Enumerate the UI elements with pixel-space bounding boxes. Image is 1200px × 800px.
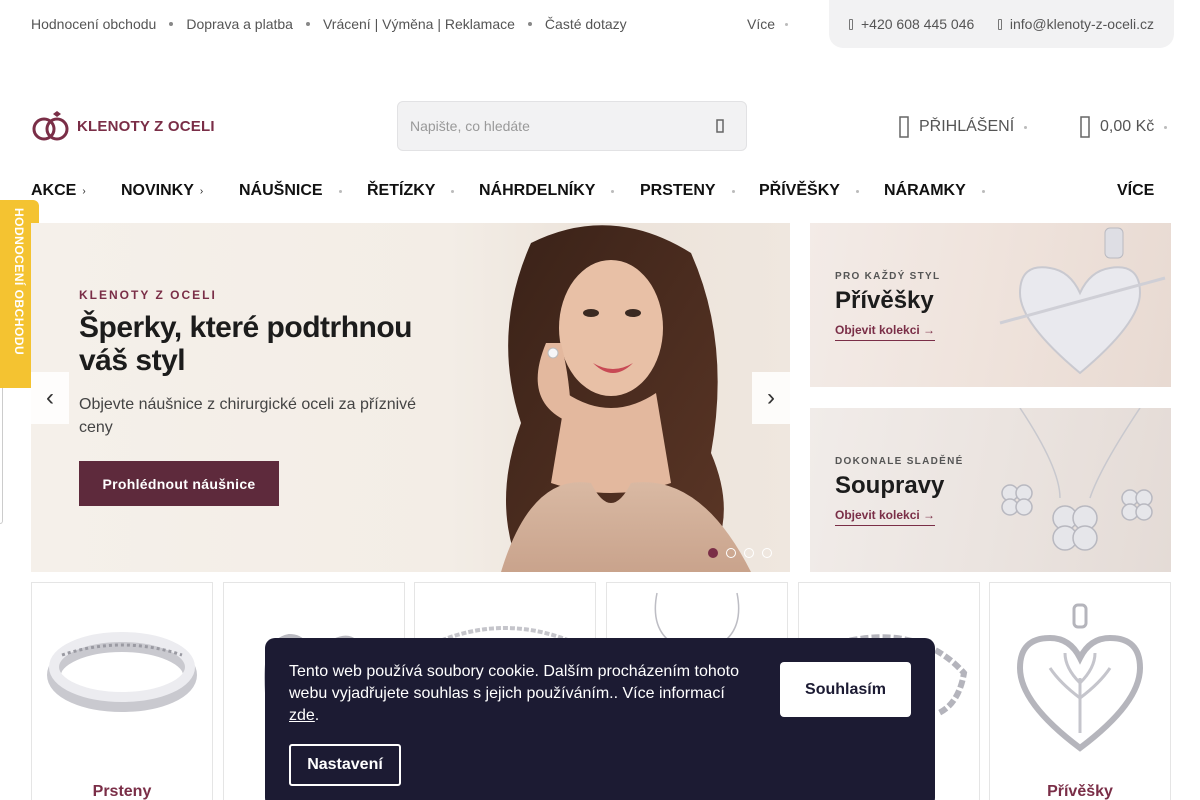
side-tab-panel-edge [0,388,3,524]
cookie-settings-button[interactable]: Nastavení [289,744,401,786]
hero-subtitle: Objevte náušnice z chirurgické oceli za … [79,396,417,436]
cart-icon [1080,116,1090,138]
nav-label: NOVINKY [121,182,194,199]
slider-next-button[interactable]: › [752,372,790,424]
nav-item-more[interactable]: VÍCE [1117,182,1154,200]
chevron-down-icon [611,189,615,193]
site-logo[interactable]: KLENOTY Z OCELI [31,110,215,142]
promo-card-sets[interactable]: DOKONALE SLADĚNÉ Soupravy Objevit kolekc… [810,408,1171,572]
contact-box: +420 608 445 046 info@klenoty-z-oceli.cz [829,0,1174,48]
cart-button[interactable]: 0,00 Kč [1080,116,1168,138]
cart-total: 0,00 Kč [1100,118,1155,135]
hero-slider: KLENOTY Z OCELI Šperky, které podtrhnou … [31,223,790,572]
separator-dot [305,22,310,26]
chevron-right-icon: › [82,185,86,197]
slider-dot[interactable] [726,548,736,558]
heart-pendant-image [1016,603,1144,752]
promo-eyebrow: PRO KAŽDÝ STYL [835,271,941,282]
slider-dot[interactable] [708,548,718,558]
hero-title: Šperky, které podtrhnou váš styl [79,311,413,377]
nav-label: NÁHRDELNÍKY [479,182,596,199]
phone-link[interactable]: +420 608 445 046 [849,16,974,32]
cookie-text: Tento web používá soubory cookie. Dalším… [289,661,759,727]
slider-dots [708,548,772,558]
nav-item-nahrdelniky[interactable]: NÁHRDELNÍKY [479,182,615,200]
nav-label: NÁRAMKY [884,182,966,199]
category-card-pendants[interactable]: Přívěšky [989,582,1171,800]
chevron-down-icon [785,22,789,26]
chevron-down-icon [338,189,342,193]
chevron-down-icon [731,189,735,193]
user-icon [899,116,909,138]
promo-title: Soupravy [835,472,945,499]
chevron-down-icon [981,189,985,193]
category-label: Prsteny [92,783,152,800]
rings-logo-icon [32,111,69,141]
nav-item-nausnice[interactable]: NÁUŠNICE [239,182,342,200]
clover-jewelry-set-image [1001,408,1153,551]
ring-image [47,632,197,712]
phone-icon [849,18,853,30]
slider-prev-button[interactable]: ‹ [31,372,69,424]
cookie-banner: Tento web používá soubory cookie. Dalším… [265,638,935,800]
logo-text: KLENOTY Z OCELI [77,117,215,135]
chevron-down-icon [855,189,859,193]
search-box [397,101,747,151]
nav-label: ŘETÍZKY [367,182,436,199]
hero-cta-button[interactable]: Prohlédnout náušnice [79,461,279,506]
separator-dot [527,22,532,26]
promo-eyebrow: DOKONALE SLADĚNÉ [835,456,964,467]
promo-card-pendants[interactable]: PRO KAŽDÝ STYL Přívěšky Objevit kolekci … [810,223,1171,387]
login-label: PŘIHLÁŠENÍ [919,118,1015,135]
top-link-faq[interactable]: Časté dotazy [545,16,627,32]
chevron-down-icon [451,189,455,193]
main-nav: AKCE › NOVINKY › NÁUŠNICE ŘETÍZKY NÁHRDE… [31,182,1171,204]
top-bar: Hodnocení obchodu Doprava a platba Vráce… [0,0,1200,48]
promo-link[interactable]: Objevit kolekci → [835,508,936,526]
nav-label: VÍCE [1117,182,1155,199]
category-label: Přívěšky [1047,783,1113,800]
nav-label: AKCE [31,182,77,199]
mail-icon [997,18,1002,30]
nav-item-privesky[interactable]: PŘÍVĚŠKY [759,182,859,200]
top-link-reviews[interactable]: Hodnocení obchodu [31,16,156,32]
hero-eyebrow: KLENOTY Z OCELI [79,288,217,302]
chevron-down-icon [1024,125,1028,129]
search-icon[interactable] [712,118,728,134]
login-button[interactable]: PŘIHLÁŠENÍ [899,116,1028,138]
chevron-right-icon: › [199,185,204,197]
top-link-returns[interactable]: Vrácení | Výměna | Reklamace [323,16,515,32]
search-input[interactable] [398,102,688,150]
nav-item-retizky[interactable]: ŘETÍZKY [367,182,455,200]
cookie-more-info-link[interactable]: zde [289,707,315,724]
slider-dot[interactable] [762,548,772,558]
nav-label: PŘÍVĚŠKY [759,182,840,199]
nav-item-akce[interactable]: AKCE › [31,182,86,200]
nav-item-novinky[interactable]: NOVINKY › [121,182,203,200]
category-card-rings[interactable]: Prsteny [31,582,213,800]
top-more-label: Více [747,16,776,32]
slider-dot[interactable] [744,548,754,558]
promo-link[interactable]: Objevit kolekci → [835,323,936,341]
nav-label: NÁUŠNICE [239,182,323,199]
nav-item-prsteny[interactable]: PRSTENY [640,182,735,200]
top-more-menu[interactable]: Více [747,16,789,32]
side-tab-label: HODNOCENÍ OBCHODU [12,208,26,356]
cookie-period: . [314,707,320,724]
separator-dot [169,22,174,26]
top-links: Hodnocení obchodu Doprava a platba Vráce… [31,16,627,32]
nav-label: PRSTENY [640,182,716,199]
heart-pendant-image [999,227,1166,375]
promo-title: Přívěšky [835,287,934,314]
email-address: info@klenoty-z-oceli.cz [1009,16,1154,32]
hero-model-image [501,225,751,572]
top-link-shipping[interactable]: Doprava a platba [186,16,293,32]
phone-number: +420 608 445 046 [861,16,975,32]
cookie-accept-button[interactable]: Souhlasím [780,662,911,717]
cookie-message: Tento web používá soubory cookie. Dalším… [289,663,740,702]
nav-item-naramky[interactable]: NÁRAMKY [884,182,985,200]
chevron-down-icon [1164,125,1168,129]
email-link[interactable]: info@klenoty-z-oceli.cz [997,16,1154,32]
